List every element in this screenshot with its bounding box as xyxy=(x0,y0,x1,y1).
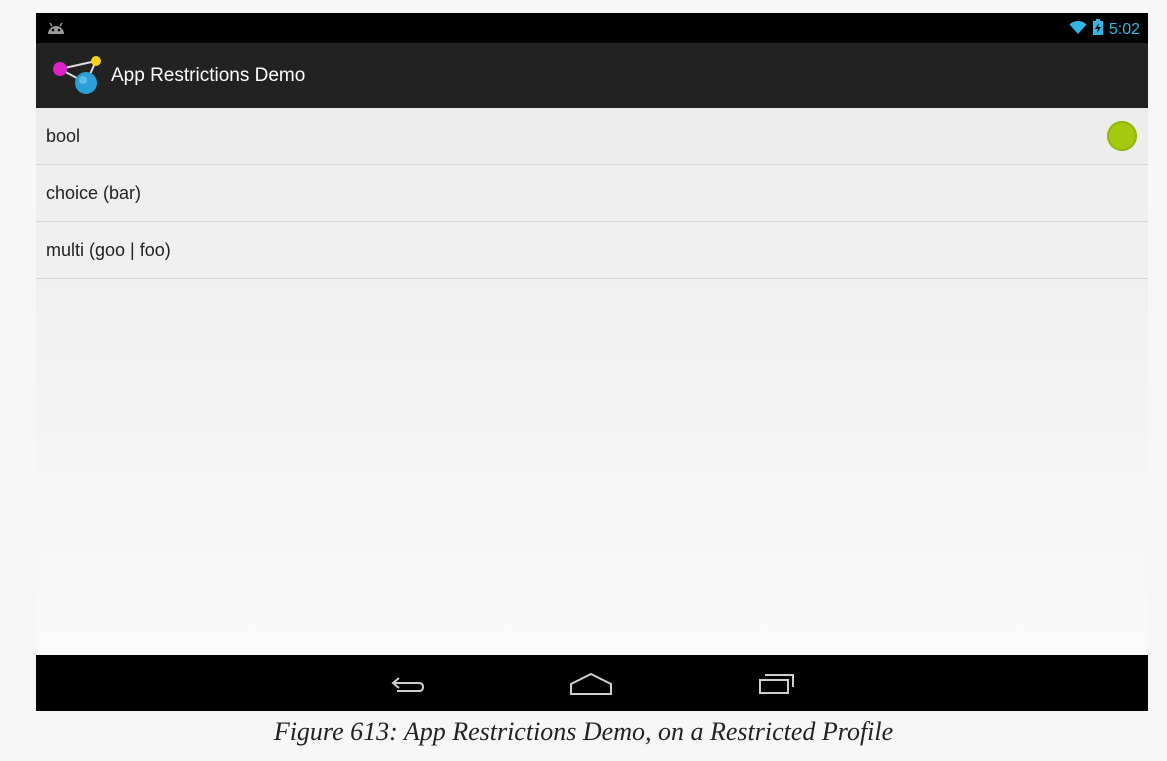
app-restrictions-logo-icon[interactable] xyxy=(50,55,106,95)
list-item-label: bool xyxy=(46,126,81,146)
list-item-multi[interactable]: multi (goo | foo) xyxy=(36,222,1148,279)
wifi-icon xyxy=(1069,20,1087,40)
status-indicators: 5:02 xyxy=(1069,19,1140,40)
toggle-on-indicator[interactable] xyxy=(1107,121,1137,151)
figure-caption: Figure 613: App Restrictions Demo, on a … xyxy=(273,717,894,746)
device-screen: 5:02 App Restrictions Demo bool choice (… xyxy=(36,13,1148,711)
action-bar: App Restrictions Demo xyxy=(36,43,1148,108)
recents-icon[interactable] xyxy=(753,669,801,699)
list-item-choice[interactable]: choice (bar) xyxy=(36,165,1148,222)
home-icon[interactable] xyxy=(567,669,615,699)
battery-charging-icon xyxy=(1092,19,1103,40)
list-item-label: multi (goo | foo) xyxy=(46,240,171,260)
list-item-bool[interactable]: bool xyxy=(36,108,1148,165)
app-title: App Restrictions Demo xyxy=(111,65,306,86)
status-bar: 5:02 xyxy=(36,13,1148,43)
list-item-label: choice (bar) xyxy=(46,183,142,203)
back-icon[interactable] xyxy=(383,669,431,699)
restrictions-list: bool choice (bar) multi (goo | foo) xyxy=(36,108,1148,655)
clock: 5:02 xyxy=(1108,20,1140,38)
android-icon xyxy=(46,20,66,36)
navigation-bar xyxy=(36,655,1148,711)
